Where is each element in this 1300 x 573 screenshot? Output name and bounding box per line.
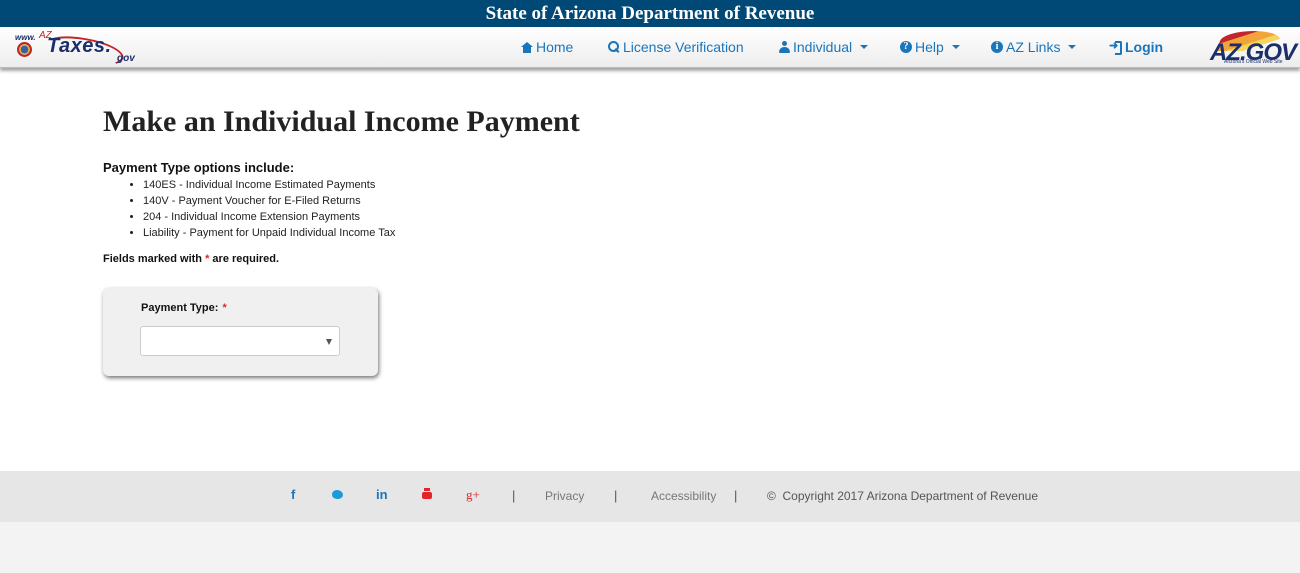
- dropdown-arrow-icon: [326, 339, 332, 345]
- user-icon: [779, 41, 790, 53]
- nav-license-verification-label: License Verification: [623, 39, 744, 55]
- google-plus-icon[interactable]: g+: [466, 488, 480, 502]
- youtube-icon[interactable]: [422, 488, 432, 502]
- required-fields-note: Fields marked with * are required.: [103, 253, 279, 265]
- caret-down-icon: [1068, 45, 1077, 49]
- footer: f in g+ | Privacy | Accessibility | © Co…: [0, 471, 1300, 522]
- page-bottom-area: [0, 522, 1300, 573]
- caret-down-icon: [860, 45, 869, 49]
- nav-login[interactable]: Login: [1109, 37, 1163, 57]
- nav-az-links-label: AZ Links: [1006, 39, 1061, 55]
- footer-separator: |: [614, 488, 618, 503]
- home-icon: [521, 41, 533, 53]
- copyright-symbol: ©: [767, 489, 776, 503]
- youtube-shape: [422, 488, 432, 499]
- twitter-bird-shape: [332, 490, 343, 499]
- payment-options-heading: Payment Type options include:: [103, 160, 295, 175]
- copyright-label: Copyright 2017 Arizona Department of Rev…: [782, 489, 1039, 503]
- payment-type-label-text: Payment Type:: [141, 302, 219, 314]
- question-circle-icon: ?: [900, 41, 912, 53]
- accessibility-link[interactable]: Accessibility: [651, 489, 716, 503]
- payment-option-item: 140V - Payment Voucher for E-Filed Retur…: [143, 194, 395, 210]
- copyright-text: © Copyright 2017 Arizona Department of R…: [767, 489, 1038, 503]
- payment-type-label: Payment Type: *: [141, 302, 227, 314]
- required-note-text: Fields marked with: [103, 253, 206, 265]
- caret-down-icon: [951, 45, 960, 49]
- privacy-link[interactable]: Privacy: [545, 489, 584, 503]
- payment-option-item: Liability - Payment for Unpaid Individua…: [143, 226, 395, 242]
- page-title: Make an Individual Income Payment: [103, 105, 580, 138]
- required-star: *: [222, 302, 227, 314]
- required-note-text-end: are required.: [209, 253, 280, 265]
- nav-help-dropdown[interactable]: ? Help: [900, 37, 960, 57]
- azgov-logo[interactable]: AZ.GOV Arizona's Official Web Site: [1202, 29, 1300, 66]
- site-title-bar: State of Arizona Department of Revenue: [0, 0, 1300, 27]
- search-icon: [608, 41, 620, 53]
- footer-separator: |: [734, 488, 738, 503]
- twitter-icon[interactable]: [332, 488, 343, 502]
- nav-menu: Home License Verification Individual ? H…: [0, 27, 1300, 67]
- nav-az-links-dropdown[interactable]: i AZ Links: [991, 37, 1077, 57]
- nav-login-label: Login: [1125, 39, 1164, 55]
- linkedin-icon[interactable]: in: [376, 488, 388, 502]
- site-title: State of Arizona Department of Revenue: [485, 3, 815, 24]
- payment-option-item: 204 - Individual Income Extension Paymen…: [143, 210, 395, 226]
- nav-home[interactable]: Home: [521, 37, 573, 57]
- sign-in-icon: [1109, 38, 1122, 55]
- info-circle-icon: i: [991, 41, 1003, 53]
- footer-separator: |: [512, 488, 516, 503]
- azgov-logo-subtitle: Arizona's Official Web Site: [1224, 59, 1283, 65]
- nav-individual-dropdown[interactable]: Individual: [779, 37, 869, 57]
- facebook-icon[interactable]: f: [291, 488, 295, 502]
- payment-form-card: Payment Type: *: [103, 288, 378, 376]
- nav-help-label: Help: [915, 39, 944, 55]
- page: State of Arizona Department of Revenue w…: [0, 0, 1300, 573]
- navbar: www. AZ Taxes. gov Home License Verifica…: [0, 27, 1300, 71]
- nav-license-verification[interactable]: License Verification: [608, 37, 744, 57]
- payment-type-select[interactable]: [140, 326, 340, 356]
- payment-option-item: 140ES - Individual Income Estimated Paym…: [143, 178, 395, 194]
- payment-options-list: 140ES - Individual Income Estimated Paym…: [143, 178, 395, 242]
- nav-home-label: Home: [536, 39, 574, 55]
- nav-individual-label: Individual: [793, 39, 853, 55]
